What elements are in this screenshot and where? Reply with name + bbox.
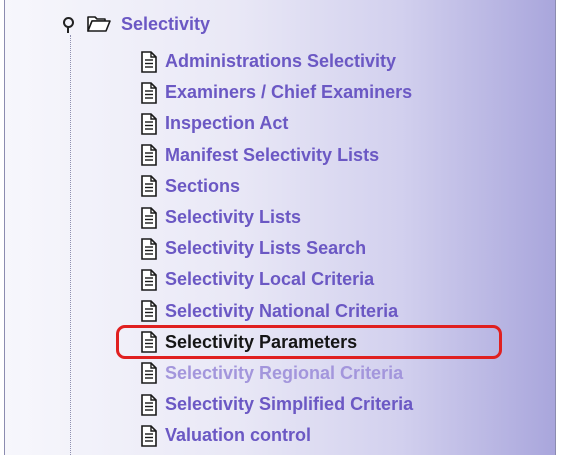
tree-item-label[interactable]: Manifest Selectivity Lists	[165, 145, 379, 166]
tree-item-examiners-chief-examiners[interactable]: Examiners / Chief Examiners	[140, 77, 413, 108]
document-icon	[141, 81, 157, 104]
tree-item-valuation-control[interactable]: Valuation control	[140, 420, 413, 451]
tree-item-label[interactable]: Selectivity Simplified Criteria	[165, 394, 413, 415]
document-icon	[141, 362, 157, 385]
tree-item-label[interactable]: Administrations Selectivity	[165, 51, 396, 72]
tree-expanded-icon[interactable]	[60, 14, 76, 34]
tree-item-selectivity-simplified-criteria[interactable]: Selectivity Simplified Criteria	[140, 389, 413, 420]
tree-item-selectivity-regional-criteria[interactable]: Selectivity Regional Criteria	[140, 358, 413, 389]
tree-item-label[interactable]: Selectivity Regional Criteria	[165, 363, 403, 384]
tree-item-selectivity-lists[interactable]: Selectivity Lists	[140, 202, 413, 233]
tree-item-inspection-act[interactable]: Inspection Act	[140, 108, 413, 139]
document-icon	[141, 50, 157, 73]
tree-item-selectivity-parameters[interactable]: Selectivity Parameters	[116, 324, 502, 359]
document-icon	[141, 300, 157, 322]
tree-node-label[interactable]: Selectivity	[121, 14, 210, 35]
tree-item-label[interactable]: Sections	[165, 176, 240, 197]
document-icon	[141, 393, 157, 416]
tree-item-sections[interactable]: Sections	[140, 171, 413, 202]
tree-item-label[interactable]: Selectivity Lists Search	[165, 238, 366, 259]
tree-item-administrations-selectivity[interactable]: Administrations Selectivity	[140, 46, 413, 77]
document-icon	[141, 144, 157, 166]
tree-node-selectivity[interactable]: Selectivity	[60, 12, 210, 36]
tree-item-manifest-selectivity-lists[interactable]: Manifest Selectivity Lists	[140, 140, 413, 171]
tree-connector-line	[70, 35, 71, 455]
document-icon	[141, 113, 157, 135]
tree-item-label[interactable]: Selectivity Parameters	[165, 332, 357, 353]
tree-item-label[interactable]: Valuation control	[165, 425, 311, 446]
folder-open-icon	[87, 16, 111, 32]
tree-item-label[interactable]: Inspection Act	[165, 113, 288, 134]
tree-item-label[interactable]: Selectivity Lists	[165, 207, 301, 228]
document-icon	[141, 175, 157, 198]
document-icon	[141, 237, 157, 260]
screenshot-frame: Selectivity Administrations Selectivity …	[0, 0, 572, 455]
tree-item-label[interactable]: Selectivity National Criteria	[165, 301, 398, 322]
document-icon	[141, 425, 157, 447]
tree-item-label[interactable]: Examiners / Chief Examiners	[165, 82, 412, 103]
tree-item-selectivity-national-criteria[interactable]: Selectivity National Criteria	[140, 296, 413, 327]
tree-children-list: Administrations Selectivity Examiners / …	[116, 46, 502, 451]
tree-item-label[interactable]: Selectivity Local Criteria	[165, 269, 374, 290]
tree-item-selectivity-lists-search[interactable]: Selectivity Lists Search	[140, 233, 413, 264]
document-icon	[141, 206, 157, 229]
tree-item-selectivity-local-criteria[interactable]: Selectivity Local Criteria	[140, 264, 413, 295]
document-icon	[141, 269, 157, 291]
document-icon	[141, 331, 157, 354]
navigation-tree-panel: Selectivity Administrations Selectivity …	[4, 0, 556, 455]
